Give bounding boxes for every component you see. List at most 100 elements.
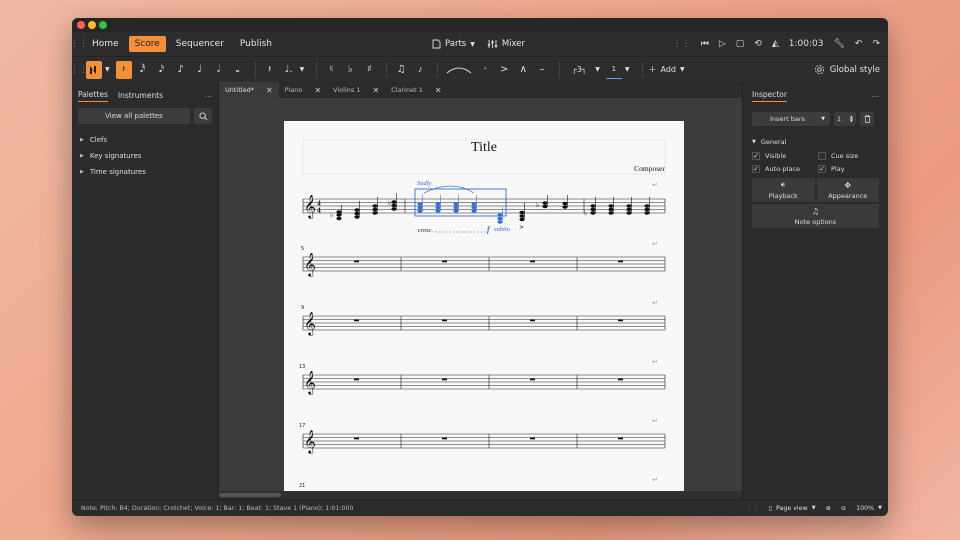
flat-button[interactable]: ♭ [342, 61, 358, 79]
duration-whole-button[interactable]: 𝅝 [230, 61, 246, 79]
nav-publish[interactable]: Publish [234, 36, 278, 52]
chevron-down-icon[interactable]: ▼ [625, 66, 630, 73]
doc-tab-untitled[interactable]: Untitled* ✕ [219, 82, 279, 98]
more-options-icon[interactable]: ⋯ [205, 92, 213, 101]
global-style-button[interactable]: Global style [814, 64, 880, 75]
duration-64th-button[interactable]: 𝄽 [115, 60, 132, 79]
zoom-in-icon[interactable]: ⊕ [826, 505, 831, 512]
zoom-out-icon[interactable]: ⊖ [841, 505, 846, 512]
add-label: Add [660, 65, 677, 74]
insert-bars-dropdown[interactable]: Insert bars ▼ [752, 112, 830, 126]
note-options-button[interactable]: ♫ Note options [752, 204, 879, 228]
palette-clefs[interactable]: ▶ Clefs [78, 132, 212, 148]
staccato-button[interactable]: · [477, 61, 493, 79]
nav-score[interactable]: Score [128, 36, 166, 52]
stepper-arrows-icon[interactable]: ▲ ▼ [850, 115, 853, 123]
doc-tab-piano[interactable]: Piano ✕ [279, 82, 327, 98]
metronome-icon[interactable]: ◭ [772, 39, 779, 49]
minimize-window-button[interactable] [88, 21, 96, 29]
doc-tab-label: Piano [284, 86, 303, 94]
loop-icon[interactable]: ⟲ [754, 39, 762, 49]
nav-home[interactable]: Home [86, 36, 125, 52]
playback-button[interactable]: 🔉︎ Playback [752, 178, 815, 202]
inspector-title[interactable]: Inspector [752, 90, 787, 102]
visible-checkbox[interactable]: ✓ Visible [752, 152, 818, 160]
duration-eighth-button[interactable]: ♪ [173, 61, 189, 79]
marcato-button[interactable]: ∧ [515, 61, 531, 79]
slur-mark[interactable] [423, 185, 475, 194]
search-button[interactable] [194, 108, 212, 124]
drag-handle-icon[interactable]: ⋮⋮ [72, 37, 88, 51]
duration-quarter-button[interactable]: ♩ [192, 61, 208, 79]
stop-icon[interactable]: ▢ [736, 39, 745, 49]
score-canvas[interactable]: Title Composer ↵ 𝄞 4 4 ♭ ♭ Sadly cresc. … [219, 98, 742, 491]
natural-button[interactable]: ♮ [323, 61, 339, 79]
sharp-button[interactable]: ♯ [361, 61, 377, 79]
tab-palettes[interactable]: Palettes [78, 90, 108, 102]
rest-button[interactable]: 𝄽 [262, 61, 278, 79]
tuplet-button[interactable]: ┌ 3 ┐ [566, 61, 592, 79]
expression-text[interactable]: Sadly [417, 180, 432, 187]
note-input-mode-button[interactable] [86, 60, 102, 79]
chevron-down-icon[interactable]: ▼ [595, 66, 600, 73]
dynamic-marking[interactable]: f [487, 225, 491, 234]
scrollbar-thumb[interactable] [219, 493, 281, 497]
more-options-icon[interactable]: ⋯ [872, 92, 880, 101]
doc-tab-clarinet[interactable]: Clarinet 1 ✕ [385, 82, 447, 98]
tie-button[interactable]: ♫ [393, 61, 409, 79]
chevron-down-icon[interactable]: ▼ [105, 66, 110, 73]
duration-32nd-button[interactable]: 𝅘𝅥𝅰 [135, 61, 151, 79]
play-icon[interactable]: ▷ [719, 39, 726, 49]
drag-handle-icon[interactable]: ⋮⋮ [673, 39, 691, 49]
maximize-window-button[interactable] [99, 21, 107, 29]
palette-key-signatures[interactable]: ▶ Key signatures [78, 148, 212, 164]
caret-right-icon: ▶ [80, 153, 84, 159]
insert-count-stepper[interactable]: 1 ▲ ▼ [834, 112, 856, 126]
parts-button[interactable]: Parts ▼ [432, 39, 475, 49]
accent-button[interactable]: > [496, 61, 512, 79]
close-icon[interactable]: ✕ [372, 86, 379, 95]
score-composer[interactable]: Composer [634, 164, 665, 173]
drag-handle-icon[interactable]: ⋮⋮ [72, 63, 88, 77]
dot-button[interactable]: ♩. [281, 61, 297, 79]
horizontal-scrollbar[interactable] [219, 491, 742, 499]
undo-icon[interactable]: ↶ [855, 39, 863, 49]
redo-icon[interactable]: ↷ [872, 39, 880, 49]
close-icon[interactable]: ✕ [435, 86, 442, 95]
dynamic-text[interactable]: subito [494, 226, 511, 233]
flat-icon: ♭ [330, 211, 333, 219]
view-all-palettes-button[interactable]: View all palettes [78, 108, 190, 124]
palette-time-signatures[interactable]: ▶ Time signatures [78, 164, 212, 180]
close-window-button[interactable] [77, 21, 85, 29]
close-icon[interactable]: ✕ [266, 86, 273, 95]
tab-instruments[interactable]: Instruments [118, 91, 163, 102]
add-button[interactable]: ＋ Add ▼ [649, 64, 685, 75]
auto-place-checkbox[interactable]: ✓ Auto-place [752, 165, 818, 173]
score-page[interactable]: Title Composer ↵ 𝄞 4 4 ♭ ♭ Sadly cresc. … [284, 121, 684, 491]
doc-tab-violins[interactable]: Violins 1 ✕ [327, 82, 385, 98]
voice-selector[interactable]: 1 [605, 61, 622, 79]
zoom-dropdown[interactable]: 100% ▼ [856, 505, 882, 512]
mixer-button[interactable]: Mixer [487, 39, 525, 49]
drag-handle-icon[interactable]: ⋮⋮ [746, 505, 759, 512]
palette-label: Clefs [89, 136, 108, 144]
crescendo-text[interactable]: cresc. [418, 227, 433, 234]
play-checkbox[interactable]: ✓ Play [818, 165, 878, 173]
nav-sequencer[interactable]: Sequencer [170, 36, 230, 52]
cue-size-checkbox[interactable]: Cue size [818, 152, 878, 160]
duration-16th-button[interactable]: 𝅘𝅥𝅯 [154, 61, 170, 79]
wrench-icon[interactable]: 🔧︎ [833, 39, 844, 49]
view-mode-dropdown[interactable]: ▯ Page view ▼ [768, 505, 815, 512]
general-section-header[interactable]: ▼ General [752, 138, 879, 146]
tenuto-button[interactable]: – [534, 61, 550, 79]
grace-note-button[interactable]: 𝆔 [412, 61, 428, 79]
appearance-button[interactable]: ✥ Appearance [816, 178, 879, 202]
duration-half-button[interactable]: 𝅗𝅥 [211, 61, 227, 79]
chevron-down-icon[interactable]: ▼ [300, 66, 305, 73]
tuplet-value: 3 [576, 65, 582, 74]
slur-button[interactable] [444, 61, 474, 79]
score-title[interactable]: Title [471, 140, 497, 155]
close-icon[interactable]: ✕ [314, 86, 321, 95]
delete-button[interactable] [860, 112, 874, 126]
rewind-icon[interactable]: ⏮ [701, 39, 709, 49]
